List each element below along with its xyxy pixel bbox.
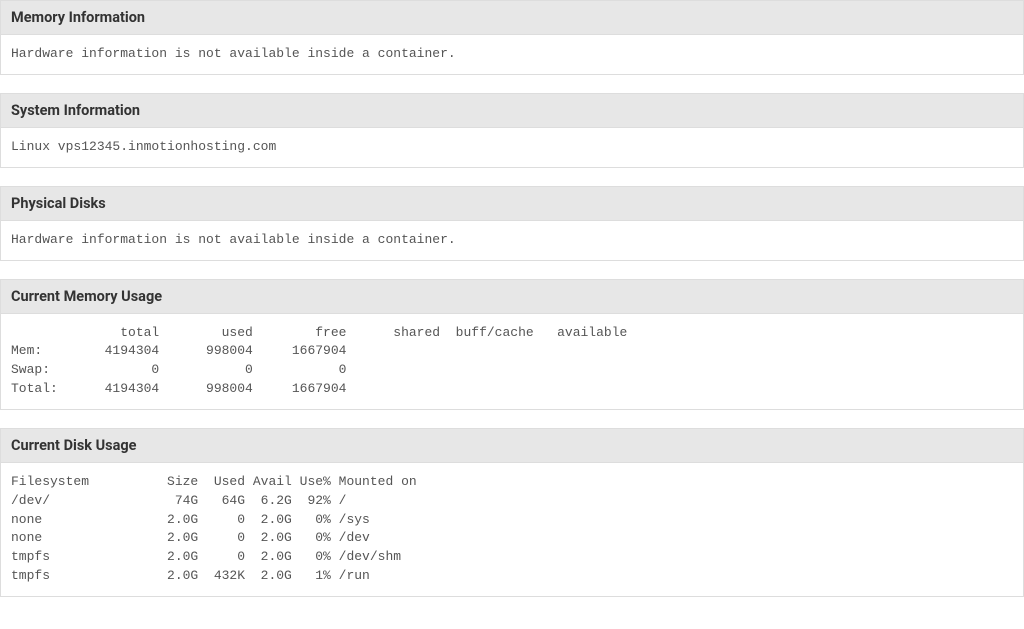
current-memory-usage-body: total used free shared buff/cache availa… [1,314,1023,409]
memory-information-text: Hardware information is not available in… [11,45,1013,64]
physical-disks-text: Hardware information is not available in… [11,231,1013,250]
physical-disks-header: Physical Disks [1,187,1023,221]
physical-disks-panel: Physical Disks Hardware information is n… [0,186,1024,261]
current-disk-usage-header: Current Disk Usage [1,429,1023,463]
physical-disks-body: Hardware information is not available in… [1,221,1023,260]
system-information-body: Linux vps12345.inmotionhosting.com [1,128,1023,167]
current-memory-usage-text: total used free shared buff/cache availa… [11,324,1013,399]
current-disk-usage-body: Filesystem Size Used Avail Use% Mounted … [1,463,1023,596]
current-disk-usage-text: Filesystem Size Used Avail Use% Mounted … [11,473,1013,586]
current-disk-usage-panel: Current Disk Usage Filesystem Size Used … [0,428,1024,597]
current-memory-usage-panel: Current Memory Usage total used free sha… [0,279,1024,410]
memory-information-panel: Memory Information Hardware information … [0,0,1024,75]
memory-information-body: Hardware information is not available in… [1,35,1023,74]
current-memory-usage-header: Current Memory Usage [1,280,1023,314]
system-information-text: Linux vps12345.inmotionhosting.com [11,138,1013,157]
system-information-panel: System Information Linux vps12345.inmoti… [0,93,1024,168]
memory-information-header: Memory Information [1,1,1023,35]
system-information-header: System Information [1,94,1023,128]
